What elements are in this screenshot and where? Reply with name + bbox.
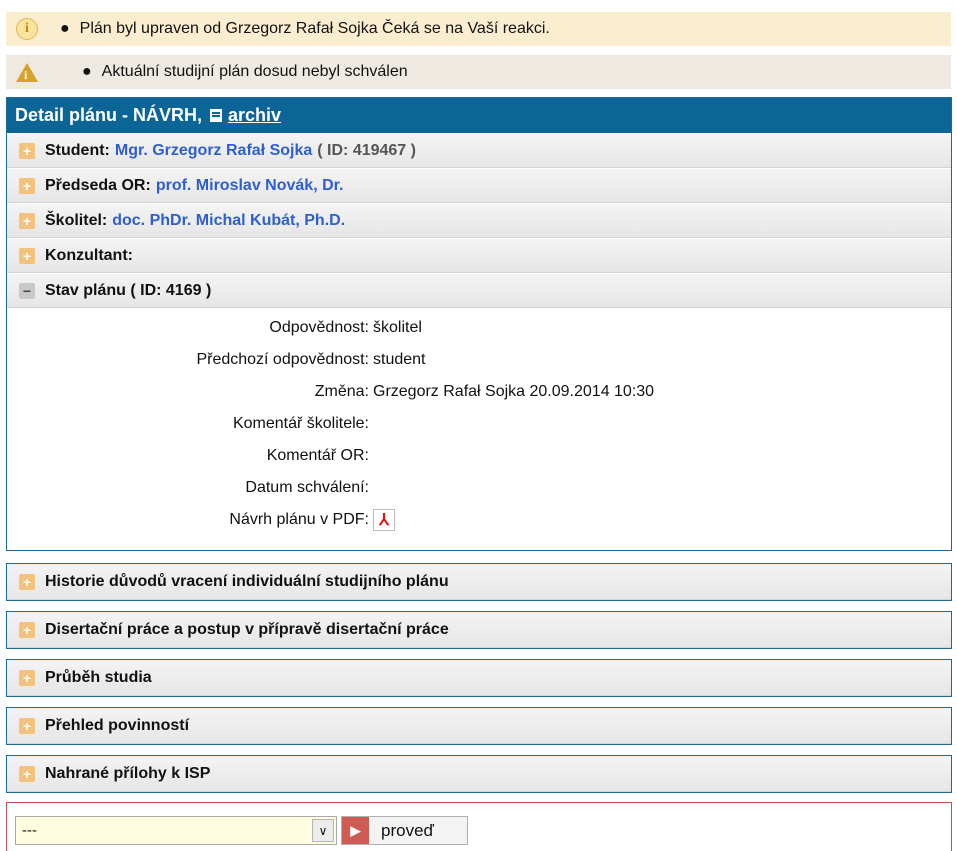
student-id: ( ID: 419467 ) [317, 141, 416, 159]
action-select-value: --- [22, 822, 37, 839]
panel-title: Detail plánu - NÁVRH, [15, 105, 203, 125]
execute-button[interactable]: ▶ proveď [341, 816, 468, 845]
archive-link[interactable]: archiv [228, 105, 281, 126]
detail-label: Komentář OR: [266, 447, 369, 464]
supervisor-label: Školitel: [45, 211, 108, 229]
expand-icon[interactable]: + [19, 621, 35, 638]
section-title: Průběh studia [45, 668, 152, 686]
chair-label: Předseda OR: [45, 176, 151, 194]
row-plan-state[interactable]: − Stav plánu ( ID: 4169 ) [7, 273, 951, 308]
detail-row: Komentář školitele: [7, 408, 951, 440]
detail-row: Předchozí odpovědnost: student [7, 344, 951, 376]
notice-plan-modified: i ● Plán byl upraven od Grzegorz Rafał S… [6, 12, 951, 46]
section-header[interactable]: + Nahrané přílohy k ISP [7, 756, 951, 792]
expand-icon[interactable]: + [19, 573, 35, 590]
expand-icon[interactable]: + [19, 212, 35, 229]
document-icon [210, 109, 223, 122]
plan-state-label: Stav plánu ( ID: 4169 ) [45, 281, 212, 299]
section-header[interactable]: + Historie důvodů vracení individuální s… [7, 564, 951, 600]
detail-value: student [373, 351, 426, 368]
pdf-icon[interactable]: ⅄ [373, 509, 395, 531]
section-obligations[interactable]: + Přehled povinností [6, 707, 952, 745]
row-student[interactable]: + Student: Mgr. Grzegorz Rafał Sojka ( I… [7, 133, 951, 168]
section-title: Nahrané přílohy k ISP [45, 764, 211, 782]
detail-row: Návrh plánu v PDF: ⅄ [7, 504, 951, 536]
row-chair[interactable]: + Předseda OR: prof. Miroslav Novák, Dr. [7, 168, 951, 203]
section-header[interactable]: + Přehled povinností [7, 708, 951, 744]
bullet: ● [60, 20, 70, 37]
expand-icon[interactable]: + [19, 765, 35, 782]
plan-state-details: Odpovědnost: školitel Předchozí odpovědn… [7, 308, 951, 536]
detail-label: Předchozí odpovědnost: [196, 351, 369, 368]
action-select[interactable]: --- ∨ [15, 816, 337, 845]
detail-row: Komentář OR: [7, 440, 951, 472]
run-icon: ▶ [342, 817, 369, 844]
detail-label: Komentář školitele: [232, 415, 369, 432]
supervisor-link[interactable]: doc. PhDr. Michal Kubát, Ph.D. [112, 212, 345, 230]
panel-header: Detail plánu - NÁVRH, archiv [7, 98, 951, 133]
detail-label: Návrh plánu v PDF: [229, 511, 369, 528]
notice-text: Plán byl upraven od Grzegorz Rafał Sojka… [79, 20, 550, 37]
expand-icon[interactable]: + [19, 717, 35, 734]
info-triangle-icon: i [16, 62, 38, 82]
student-link[interactable]: Mgr. Grzegorz Rafał Sojka [115, 142, 312, 160]
notice-not-approved: i ● Aktuální studijní plán dosud nebyl s… [6, 55, 951, 89]
detail-value: školitel [373, 319, 422, 336]
section-return-history[interactable]: + Historie důvodů vracení individuální s… [6, 563, 952, 601]
action-bar: --- ∨ ▶ proveď [6, 802, 952, 851]
section-attachments[interactable]: + Nahrané přílohy k ISP [6, 755, 952, 793]
section-study-progress[interactable]: + Průběh studia [6, 659, 952, 697]
execute-button-label: proveď [381, 820, 434, 840]
row-supervisor[interactable]: + Školitel: doc. PhDr. Michal Kubát, Ph.… [7, 203, 951, 238]
consultant-label: Konzultant: [45, 246, 133, 264]
expand-icon[interactable]: + [19, 247, 35, 264]
detail-label: Odpovědnost: [269, 319, 369, 336]
expand-icon[interactable]: + [19, 177, 35, 194]
section-header[interactable]: + Disertační práce a postup v přípravě d… [7, 612, 951, 648]
section-dissertation[interactable]: + Disertační práce a postup v přípravě d… [6, 611, 952, 649]
chair-link[interactable]: prof. Miroslav Novák, Dr. [156, 177, 344, 195]
detail-row: Datum schválení: [7, 472, 951, 504]
chevron-down-icon[interactable]: ∨ [312, 819, 334, 842]
collapse-icon[interactable]: − [19, 282, 35, 299]
detail-row: Odpovědnost: školitel [7, 312, 951, 344]
expand-icon[interactable]: + [19, 142, 35, 159]
student-label: Student: [45, 141, 110, 159]
expand-icon[interactable]: + [19, 669, 35, 686]
bullet: ● [82, 63, 92, 80]
section-header[interactable]: + Průběh studia [7, 660, 951, 696]
section-title: Historie důvodů vracení individuální stu… [45, 572, 449, 590]
section-title: Disertační práce a postup v přípravě dis… [45, 620, 449, 638]
info-circle-icon: i [16, 18, 38, 40]
section-title: Přehled povinností [45, 716, 190, 734]
detail-label: Změna: [314, 383, 369, 400]
notice-text: Aktuální studijní plán dosud nebyl schvá… [101, 63, 408, 80]
plan-detail-panel: Detail plánu - NÁVRH, archiv + Student: … [6, 97, 952, 551]
detail-row: Změna: Grzegorz Rafał Sojka 20.09.2014 1… [7, 376, 951, 408]
row-consultant[interactable]: + Konzultant: [7, 238, 951, 273]
detail-label: Datum schválení: [245, 479, 369, 496]
detail-value: Grzegorz Rafał Sojka 20.09.2014 10:30 [373, 383, 655, 400]
